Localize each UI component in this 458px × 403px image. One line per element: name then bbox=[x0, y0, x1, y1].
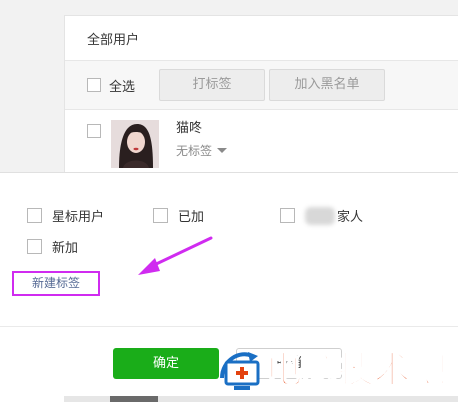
watermark-logo-icon bbox=[220, 352, 260, 390]
watermark-text: 电脑技术吧 bbox=[265, 349, 447, 392]
bottom-scroll-strip bbox=[64, 396, 458, 402]
annotation-arrow-icon bbox=[138, 236, 213, 275]
watermark: 电脑技术吧 bbox=[218, 348, 447, 394]
scrollbar-thumb[interactable] bbox=[110, 396, 158, 402]
